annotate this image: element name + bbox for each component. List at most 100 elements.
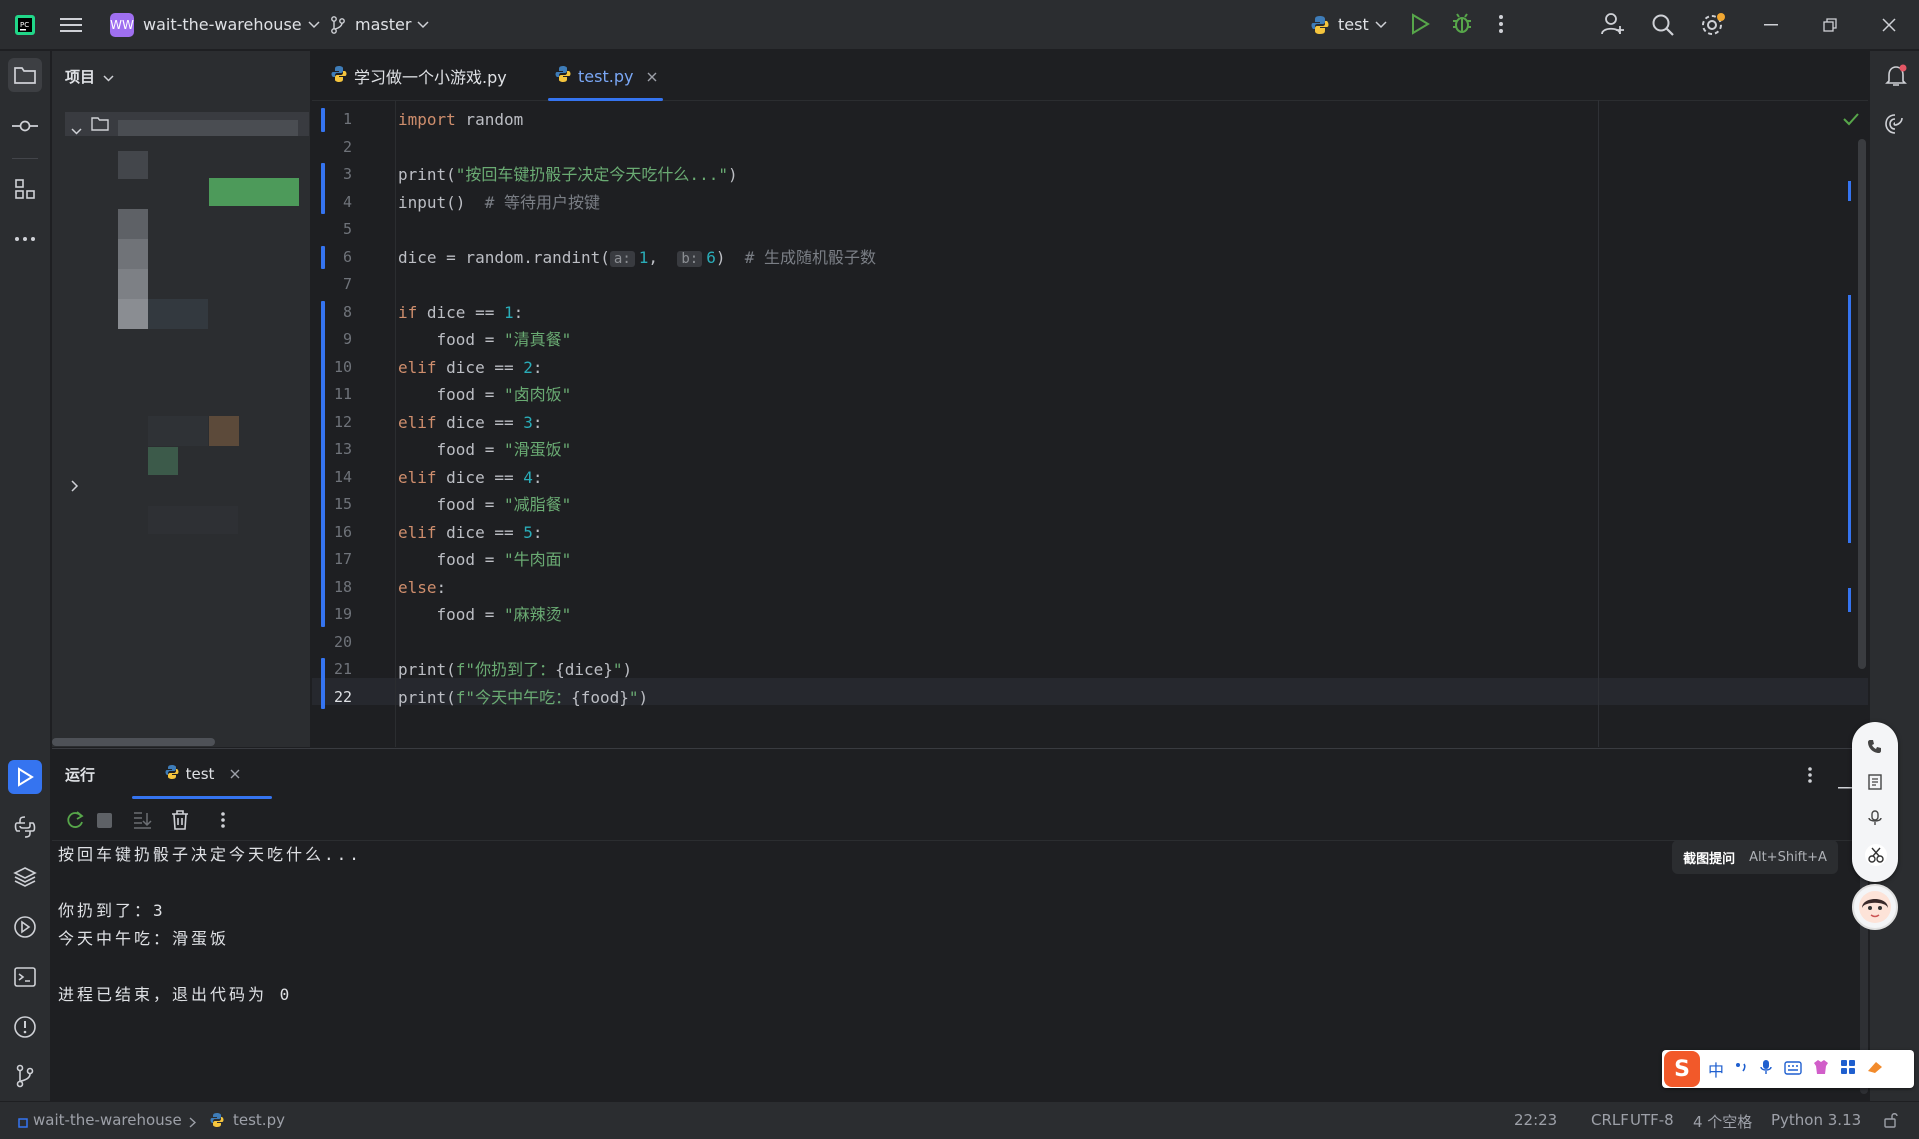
add-user-icon[interactable]: [1601, 12, 1625, 36]
chevron-right-icon[interactable]: [71, 477, 79, 496]
punctuation-icon[interactable]: [1734, 1060, 1748, 1079]
sogou-logo-icon[interactable]: S: [1664, 1051, 1700, 1087]
run-config-selector[interactable]: test: [1310, 0, 1387, 50]
main-menu-button[interactable]: [60, 0, 82, 50]
code-token: :: [532, 357, 543, 377]
ai-assistant-icon[interactable]: [1884, 113, 1906, 139]
line-number: 9: [342, 330, 352, 348]
more-tools-button[interactable]: [8, 222, 42, 256]
search-icon[interactable]: [1651, 13, 1675, 37]
document-icon[interactable]: [1867, 774, 1883, 794]
vcs-change-marker[interactable]: [321, 300, 325, 627]
commit-tool-button[interactable]: [8, 109, 42, 143]
ime-extra-icon[interactable]: [1866, 1059, 1884, 1079]
minimize-panel-icon[interactable]: [1838, 774, 1852, 793]
breadcrumb-file[interactable]: test.py: [233, 1111, 285, 1129]
more-vertical-icon[interactable]: [1807, 766, 1813, 788]
line-separator[interactable]: CRLF: [1591, 1111, 1629, 1129]
no-problems-check-icon[interactable]: [1843, 111, 1859, 130]
code-token: :: [513, 302, 524, 322]
chevron-down-icon: [71, 120, 82, 139]
close-tab-icon[interactable]: [647, 67, 657, 86]
close-window-icon[interactable]: [1882, 18, 1896, 32]
branch-switcher[interactable]: master: [330, 0, 429, 50]
skin-icon[interactable]: [1812, 1059, 1830, 1079]
vertical-scrollbar[interactable]: [1858, 139, 1866, 669]
horizontal-scrollbar[interactable]: [52, 738, 215, 746]
more-vertical-icon[interactable]: [220, 811, 226, 833]
run-tool-button[interactable]: [8, 760, 42, 794]
terminal-tool-button[interactable]: [8, 960, 42, 994]
git-tool-button[interactable]: [8, 1059, 42, 1093]
code-token: 2: [523, 357, 533, 377]
breadcrumb-project[interactable]: wait-the-warehouse: [33, 1111, 182, 1129]
debug-icon[interactable]: [1451, 13, 1473, 35]
read-only-lock-icon[interactable]: [1883, 1112, 1899, 1132]
scroll-to-end-icon[interactable]: [132, 811, 152, 833]
notifications-bell-icon[interactable]: [1884, 64, 1908, 92]
vcs-change-marker[interactable]: [321, 108, 325, 132]
vcs-change-marker[interactable]: [321, 163, 325, 214]
services-icon: [14, 916, 36, 938]
rerun-icon[interactable]: [65, 810, 85, 834]
code-token: dice ==: [436, 357, 524, 377]
chevron-down-icon: [308, 20, 320, 29]
services-tool-button[interactable]: [8, 910, 42, 944]
stop-icon[interactable]: [97, 813, 112, 832]
microphone-doc-icon[interactable]: [1867, 810, 1883, 830]
code-token: "麻辣烫": [503, 605, 572, 624]
python-packages-button[interactable]: [8, 860, 42, 894]
clear-trash-icon[interactable]: [171, 810, 189, 834]
code-line: input() # 等待用户按键: [398, 189, 600, 216]
toolbox-grid-icon[interactable]: [1840, 1059, 1856, 1079]
run-tab-test[interactable]: test: [132, 749, 272, 799]
redacted-tree-item: [148, 299, 208, 329]
structure-tool-button[interactable]: [8, 172, 42, 206]
vcs-change-marker[interactable]: [321, 245, 325, 269]
scissors-icon[interactable]: [1865, 844, 1887, 866]
indent-setting[interactable]: 4 个空格: [1693, 1111, 1752, 1132]
python-console-button[interactable]: [8, 810, 42, 844]
project-panel-header[interactable]: 项目: [65, 66, 114, 87]
svg-text:PC: PC: [20, 21, 29, 29]
more-vertical-icon[interactable]: [1498, 14, 1504, 34]
run-icon[interactable]: [1410, 13, 1430, 35]
console-line: 你扔到了：3: [58, 901, 166, 920]
run-config-name: test: [1338, 15, 1369, 34]
phone-icon[interactable]: [1867, 738, 1883, 758]
editor-tab-game[interactable]: 学习做一个小游戏.py: [312, 51, 538, 101]
redacted-tree-item: [118, 299, 148, 329]
code-token: 6: [706, 247, 716, 267]
pycharm-logo-icon[interactable]: PC: [14, 14, 36, 36]
redacted-tree-item: [148, 506, 238, 534]
code-view[interactable]: import random print("按回车键扔骰子决定今天吃什么...") i…: [398, 101, 1798, 747]
code-line: food = "牛肉面": [398, 546, 572, 573]
assistant-avatar[interactable]: [1852, 884, 1898, 930]
code-token: # 等待用户按键: [484, 192, 600, 212]
code-line: print(f"今天中午吃：{food}"): [398, 684, 648, 711]
code-token: elif: [398, 467, 437, 487]
close-tab-icon[interactable]: [230, 765, 240, 783]
caret-position[interactable]: 22:23: [1514, 1111, 1557, 1129]
file-encoding[interactable]: UTF-8: [1630, 1111, 1674, 1129]
chevron-down-icon: [1375, 20, 1387, 29]
editor-tab-test[interactable]: test.py: [538, 51, 678, 101]
ime-mode[interactable]: 中: [1708, 1057, 1724, 1081]
project-panel-title: 项目: [65, 68, 96, 86]
minimize-window-icon[interactable]: [1764, 24, 1778, 26]
code-token: "清真餐": [503, 330, 572, 349]
console-output[interactable]: 按回车键扔骰子决定今天吃什么... 你扔到了：3 今天中午吃：滑蛋饭 进程已结束，退出…: [58, 841, 1838, 1101]
screenshot-label: 截图提问: [1683, 851, 1736, 867]
project-tool-button[interactable]: [8, 58, 42, 92]
voice-icon[interactable]: [1760, 1059, 1772, 1079]
code-token: :: [436, 577, 447, 597]
settings-gear-icon[interactable]: [1700, 12, 1726, 38]
restore-window-icon[interactable]: [1823, 18, 1837, 32]
problems-tool-button[interactable]: [8, 1010, 42, 1044]
keyboard-icon[interactable]: [1784, 1060, 1802, 1079]
project-switcher[interactable]: WW wait-the-warehouse: [110, 0, 320, 50]
parameter-hint: b:: [677, 250, 703, 267]
interpreter[interactable]: Python 3.13: [1771, 1111, 1861, 1129]
code-token: :: [532, 412, 543, 432]
vcs-change-marker[interactable]: [321, 658, 325, 709]
